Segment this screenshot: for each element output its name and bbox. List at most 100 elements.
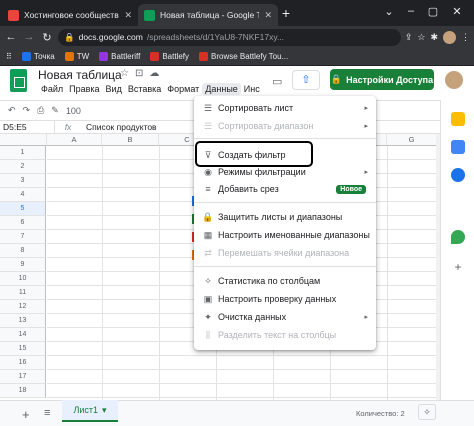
- extensions-icon[interactable]: ✱: [430, 32, 438, 43]
- share-page-icon[interactable]: ⇪: [405, 32, 413, 43]
- new-tab-button[interactable]: +: [277, 4, 295, 22]
- row-header[interactable]: 6: [0, 216, 46, 230]
- add-addon-icon[interactable]: +: [451, 260, 465, 274]
- apps-icon[interactable]: ⠿: [6, 52, 12, 61]
- bookmark-item[interactable]: TW: [64, 52, 89, 61]
- tasks-icon[interactable]: [451, 140, 465, 154]
- menu-format[interactable]: Формат: [164, 83, 202, 95]
- zoom-select[interactable]: 100: [66, 106, 81, 116]
- menu-item-column-stats[interactable]: ✧ Статистика по столбцам: [194, 272, 376, 290]
- reload-icon[interactable]: ↻: [40, 31, 54, 44]
- menu-item-data-cleanup[interactable]: ✦ Очистка данных ▸: [194, 308, 376, 326]
- print-icon[interactable]: ⎙: [37, 105, 44, 116]
- select-all-corner[interactable]: [0, 134, 47, 146]
- row-header[interactable]: 7: [0, 230, 46, 244]
- bookmark-star-icon[interactable]: ☆: [417, 32, 425, 43]
- column-header[interactable]: G: [387, 134, 436, 146]
- menu-insert[interactable]: Вставка: [125, 83, 164, 95]
- move-folder-icon[interactable]: ⊡: [135, 68, 143, 79]
- column-header[interactable]: A: [47, 134, 102, 146]
- row-header[interactable]: 13: [0, 314, 46, 328]
- row-header[interactable]: 1: [0, 146, 46, 160]
- close-tab-icon[interactable]: ✕: [124, 10, 132, 21]
- explore-button[interactable]: ✧: [418, 404, 436, 420]
- menu-view[interactable]: Вид: [103, 83, 125, 95]
- bookmark-item[interactable]: Battlefy: [150, 52, 189, 61]
- row-header[interactable]: 14: [0, 328, 46, 342]
- validation-icon: ▣: [203, 293, 213, 304]
- star-icon[interactable]: ☆: [120, 68, 129, 79]
- column-header[interactable]: B: [102, 134, 159, 146]
- browser-tab-sheets[interactable]: Новая таблица - Google Table ✕: [138, 4, 278, 26]
- browser-tab-time[interactable]: Хостинговое сообщество «Time ✕: [2, 4, 138, 26]
- sort-range-icon: ☰: [203, 120, 213, 131]
- row-header[interactable]: 11: [0, 286, 46, 300]
- lock-icon: 🔒: [202, 211, 214, 222]
- sheet-tab[interactable]: Лист1 ▾: [62, 400, 118, 422]
- title-icons: ☆ ⊡ ☁: [120, 68, 159, 79]
- menu-item-data-validation[interactable]: ▣ Настроить проверку данных: [194, 290, 376, 308]
- formula-input[interactable]: Список продуктов: [81, 122, 157, 132]
- menu-tools[interactable]: Инс: [241, 83, 263, 95]
- menu-item-split-text[interactable]: ⫼ Разделить текст на столбцы: [194, 326, 376, 344]
- close-tab-icon[interactable]: ✕: [264, 10, 272, 21]
- row-header[interactable]: 8: [0, 244, 46, 258]
- cloud-status-icon[interactable]: ☁: [149, 68, 159, 79]
- close-window-button[interactable]: ✕: [448, 5, 466, 18]
- user-avatar[interactable]: [445, 71, 463, 89]
- menu-item-sort-sheet[interactable]: ☰ Сортировать лист ▸: [194, 99, 376, 117]
- comment-history-icon[interactable]: ▭: [272, 75, 282, 88]
- keep-icon[interactable]: [451, 112, 465, 126]
- maximize-button[interactable]: ▢: [424, 5, 442, 18]
- menu-item-sort-range[interactable]: ☰ Сортировать диапазон ▸: [194, 117, 376, 135]
- sheets-logo-icon[interactable]: [10, 69, 27, 92]
- bookmark-item[interactable]: Browse Battlefy Tou...: [199, 52, 288, 61]
- contacts-icon[interactable]: [451, 168, 465, 182]
- url-path: /spreadsheets/d/1YaU8-7NKF17xy...: [146, 32, 285, 42]
- menu-edit[interactable]: Правка: [66, 83, 102, 95]
- add-sheet-button[interactable]: +: [22, 407, 30, 422]
- menu-item-shuffle[interactable]: ⇄ Перемешать ячейки диапазона: [194, 244, 376, 262]
- minimize-button[interactable]: –: [402, 5, 420, 17]
- row-header[interactable]: 4: [0, 188, 46, 202]
- url-field[interactable]: 🔒 docs.google.com/spreadsheets/d/1YaU8-7…: [58, 28, 401, 46]
- menu-item-add-slicer[interactable]: ≡ Добавить срез Новое: [194, 180, 376, 198]
- tab-search-icon[interactable]: ⌄: [380, 5, 398, 18]
- maps-icon[interactable]: [451, 230, 465, 244]
- row-header[interactable]: 10: [0, 272, 46, 286]
- row-header[interactable]: 3: [0, 174, 46, 188]
- redo-icon[interactable]: ↷: [23, 105, 31, 116]
- row-header[interactable]: 12: [0, 300, 46, 314]
- browser-menu-icon[interactable]: ⋮: [461, 32, 470, 43]
- menu-item-protect[interactable]: 🔒 Защитить листы и диапазоны: [194, 208, 376, 226]
- row-header[interactable]: 16: [0, 356, 46, 370]
- lightbulb-icon: ✧: [204, 275, 212, 286]
- profile-avatar[interactable]: [443, 30, 456, 44]
- menu-item-named-ranges[interactable]: ▦ Настроить именованные диапазоны: [194, 226, 376, 244]
- forward-icon[interactable]: →: [22, 31, 36, 43]
- share-button[interactable]: 🔒 Настройки Доступа: [330, 69, 434, 90]
- count-summary[interactable]: Количество: 2: [356, 409, 405, 418]
- name-box[interactable]: D5:E5: [0, 121, 55, 133]
- bookmark-item[interactable]: Battleriff: [99, 52, 140, 61]
- document-title[interactable]: Новая таблица: [38, 68, 122, 82]
- back-icon[interactable]: ←: [4, 31, 18, 43]
- lock-icon: 🔒: [64, 31, 75, 42]
- address-bar-row: ← → ↻ 🔒 docs.google.com/spreadsheets/d/1…: [0, 26, 474, 48]
- present-button[interactable]: ⇧: [292, 70, 320, 90]
- bookmark-item[interactable]: Точка: [21, 52, 55, 61]
- undo-icon[interactable]: ↶: [8, 105, 16, 116]
- row-header[interactable]: 2: [0, 160, 46, 174]
- sort-icon: ☰: [203, 102, 213, 113]
- row-header[interactable]: 18: [0, 384, 46, 398]
- row-header[interactable]: 17: [0, 370, 46, 384]
- menu-file[interactable]: Файл: [38, 83, 66, 95]
- all-sheets-button[interactable]: ≡: [44, 407, 50, 419]
- menu-item-label: Добавить срез: [218, 184, 279, 194]
- row-header[interactable]: 9: [0, 258, 46, 272]
- row-header[interactable]: 15: [0, 342, 46, 356]
- menu-item-label: Защитить листы и диапазоны: [218, 212, 343, 222]
- menu-data[interactable]: Данные: [202, 83, 241, 95]
- row-header[interactable]: 5: [0, 202, 46, 216]
- paint-format-icon[interactable]: ✎: [51, 105, 59, 116]
